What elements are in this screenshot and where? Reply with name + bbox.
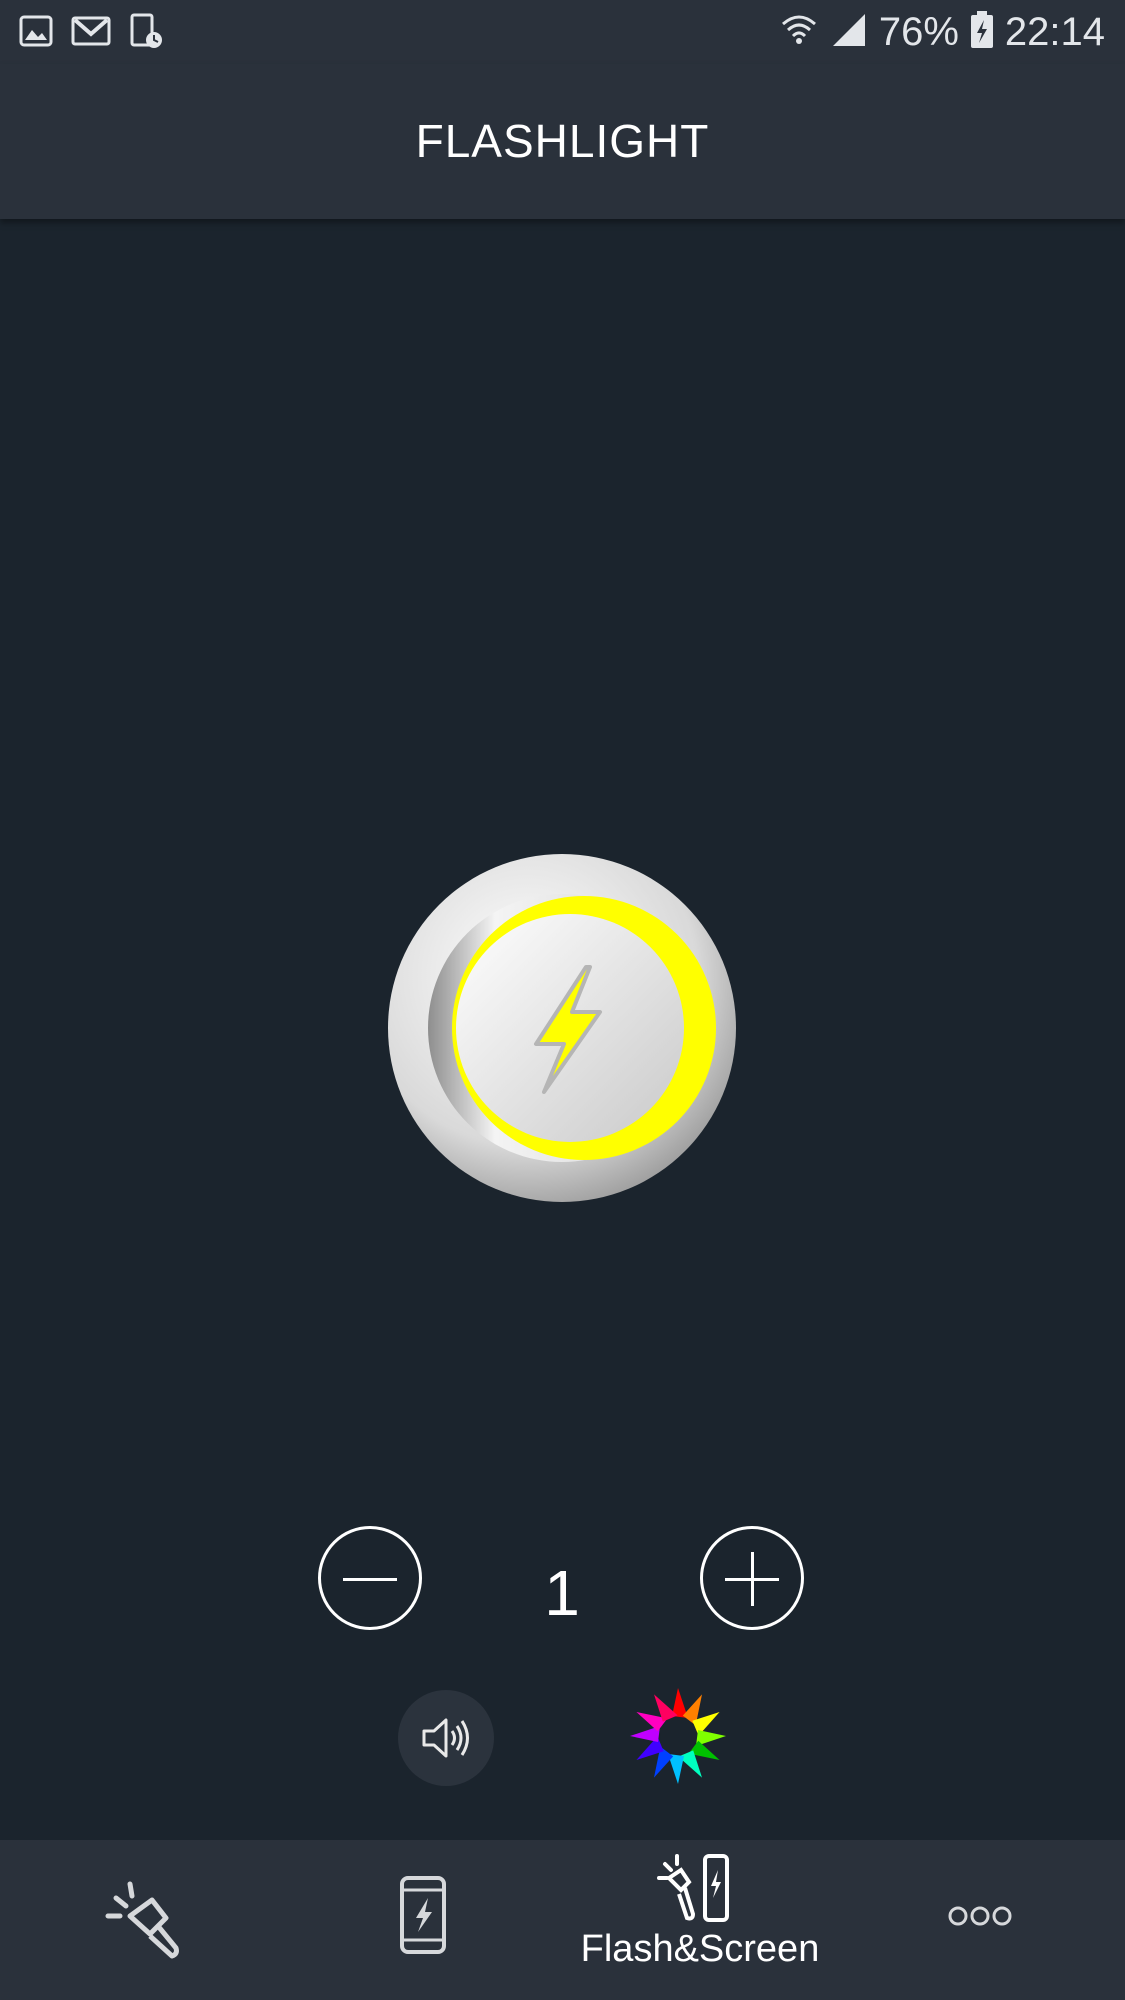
clock: 22:14 bbox=[1004, 10, 1105, 54]
nav-screen-light[interactable] bbox=[380, 1840, 470, 2000]
app-bar: FLASHLIGHT bbox=[0, 64, 1125, 219]
wifi-icon bbox=[779, 10, 819, 55]
speaker-icon bbox=[422, 1718, 469, 1758]
flash-and-screen-icon bbox=[657, 1854, 729, 1922]
nav-flashlight[interactable] bbox=[100, 1840, 190, 2000]
status-bar: 76% 22:14 bbox=[0, 0, 1125, 64]
phone-screen-icon bbox=[400, 1876, 446, 1954]
gmail-icon bbox=[70, 12, 112, 55]
signal-icon bbox=[829, 10, 869, 55]
color-picker-button[interactable] bbox=[628, 1686, 728, 1786]
power-button[interactable] bbox=[386, 852, 738, 1204]
nav-label-flash-and-screen: Flash&Screen bbox=[580, 1928, 820, 1970]
page-title: FLASHLIGHT bbox=[415, 115, 710, 167]
bottom-navigation: Flash&Screen bbox=[0, 1840, 1125, 2000]
nav-more[interactable] bbox=[935, 1840, 1025, 2000]
device-schedule-icon bbox=[128, 12, 164, 55]
intensity-value: 1 bbox=[544, 1557, 580, 1629]
increase-button[interactable] bbox=[700, 1526, 804, 1630]
sound-toggle-button[interactable] bbox=[398, 1690, 494, 1786]
decrease-button[interactable] bbox=[318, 1526, 422, 1630]
more-icon bbox=[948, 1906, 1012, 1926]
flashlight-icon bbox=[105, 1881, 179, 1959]
battery-percent: 76% bbox=[878, 10, 959, 54]
battery-charging-icon bbox=[969, 10, 995, 55]
gallery-icon bbox=[18, 12, 54, 55]
color-wheel-icon bbox=[630, 1688, 726, 1784]
nav-flash-and-screen[interactable]: Flash&Screen bbox=[560, 1840, 840, 2000]
flashlight-screen: 76% 22:14 FLASHLIGHT 1 Flash&Screen bbox=[0, 0, 1125, 2000]
